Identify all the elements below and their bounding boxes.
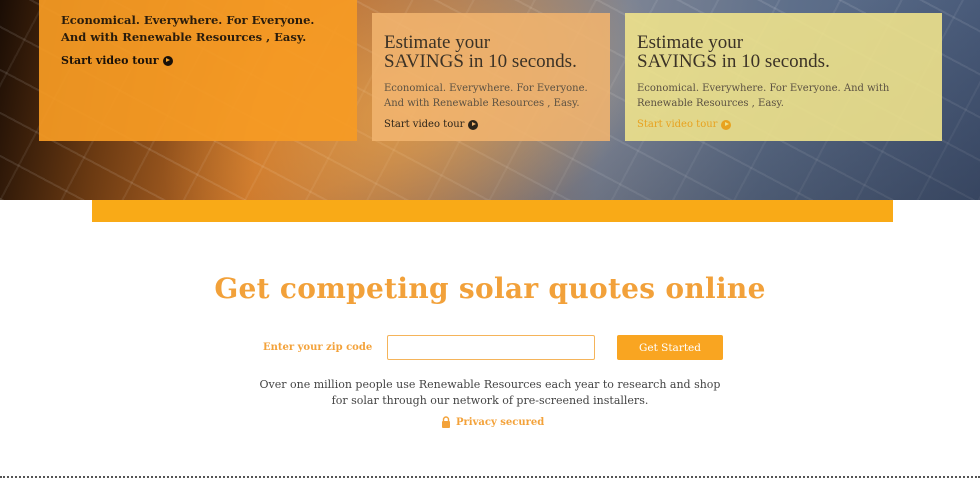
hero-banner: Economical. Everywhere. For Everyone. An… xyxy=(0,0,980,200)
get-started-button[interactable]: Get Started xyxy=(617,335,723,360)
start-video-tour-label: Start video tour xyxy=(637,119,718,130)
promo-card-3-title-line1: Estimate your xyxy=(637,32,744,53)
privacy-secured-badge: Privacy secured xyxy=(441,416,544,428)
play-circle-icon xyxy=(162,55,173,66)
start-video-tour-label: Start video tour xyxy=(61,54,159,67)
start-video-tour-label: Start video tour xyxy=(384,119,465,130)
promo-card-1-tagline: Economical. Everywhere. For Everyone. An… xyxy=(61,13,315,44)
promo-card-2-title: Estimate your SAVINGS in 10 seconds. xyxy=(384,33,598,71)
lock-icon xyxy=(442,416,450,428)
promo-card-3-desc: Economical. Everywhere. For Everyone. An… xyxy=(637,83,890,109)
zip-code-label: Enter your zip code xyxy=(263,342,373,353)
start-video-tour-link-2[interactable]: Start video tour xyxy=(384,119,479,130)
zip-code-input[interactable] xyxy=(387,335,595,360)
promo-card-3: Estimate your SAVINGS in 10 seconds. Eco… xyxy=(625,13,942,141)
promo-card-3-title: Estimate your SAVINGS in 10 seconds. xyxy=(637,33,930,71)
promo-card-1: Economical. Everywhere. For Everyone. An… xyxy=(39,0,357,141)
promo-card-2: Estimate your SAVINGS in 10 seconds. Eco… xyxy=(372,13,610,141)
start-video-tour-link-3[interactable]: Start video tour xyxy=(637,119,732,130)
start-video-tour-link-1[interactable]: Start video tour xyxy=(61,54,173,67)
promo-card-3-title-line2: SAVINGS in 10 seconds. xyxy=(637,51,830,72)
quotes-headline: Get competing solar quotes online xyxy=(214,272,766,305)
accent-bar xyxy=(92,200,893,222)
play-circle-icon xyxy=(468,119,479,130)
play-circle-icon xyxy=(721,119,732,130)
promo-card-2-title-line1: Estimate your xyxy=(384,32,491,53)
privacy-secured-label: Privacy secured xyxy=(456,416,545,428)
quotes-blurb: Over one million people use Renewable Re… xyxy=(259,378,721,407)
section-divider xyxy=(0,476,980,478)
promo-card-2-desc: Economical. Everywhere. For Everyone. An… xyxy=(384,83,588,109)
promo-card-2-title-line2: SAVINGS in 10 seconds. xyxy=(384,51,577,72)
